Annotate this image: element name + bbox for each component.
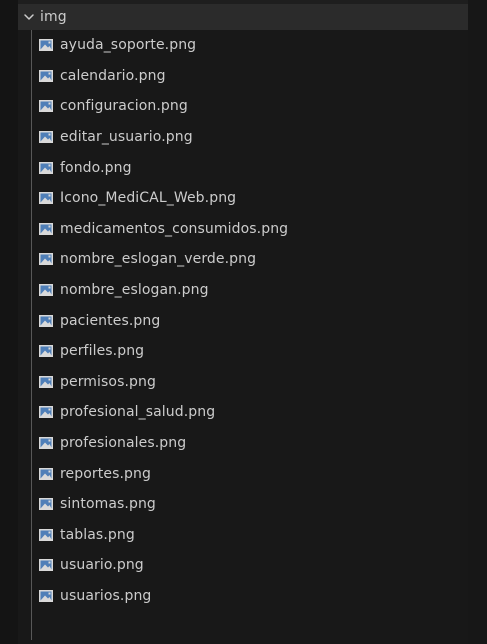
file-label: profesional_salud.png <box>60 404 216 421</box>
file-item-nombre-eslogan[interactable]: nombre_eslogan.png <box>18 275 468 306</box>
file-item-tablas[interactable]: tablas.png <box>18 520 468 551</box>
folder-label: img <box>40 9 67 25</box>
file-label: usuario.png <box>60 557 144 574</box>
file-label: medicamentos_consumidos.png <box>60 220 289 237</box>
file-label: pacientes.png <box>60 312 161 329</box>
image-file-icon <box>38 99 54 113</box>
editor-window: img ayuda_soporte.png calendario.png con… <box>0 0 487 644</box>
file-item-ayuda-soporte[interactable]: ayuda_soporte.png <box>18 30 468 61</box>
image-file-icon <box>38 558 54 572</box>
file-item-profesionales[interactable]: profesionales.png <box>18 428 468 459</box>
image-file-icon <box>38 252 54 266</box>
file-item-nombre-eslogan-verde[interactable]: nombre_eslogan_verde.png <box>18 244 468 275</box>
file-item-editar-usuario[interactable]: editar_usuario.png <box>18 122 468 153</box>
image-file-icon <box>38 497 54 511</box>
image-file-icon <box>38 314 54 328</box>
image-file-icon <box>38 191 54 205</box>
image-file-icon <box>38 436 54 450</box>
file-item-profesional-salud[interactable]: profesional_salud.png <box>18 397 468 428</box>
image-file-icon <box>38 222 54 236</box>
image-file-icon <box>38 375 54 389</box>
file-label: configuracion.png <box>60 98 188 115</box>
file-item-calendario[interactable]: calendario.png <box>18 61 468 92</box>
file-item-reportes[interactable]: reportes.png <box>18 458 468 489</box>
image-file-icon <box>38 69 54 83</box>
file-item-usuario[interactable]: usuario.png <box>18 550 468 581</box>
activity-bar-edge <box>0 0 18 644</box>
image-file-icon <box>38 405 54 419</box>
file-label: usuarios.png <box>60 587 152 604</box>
image-file-icon <box>38 528 54 542</box>
file-label: reportes.png <box>60 465 151 482</box>
file-item-pacientes[interactable]: pacientes.png <box>18 305 468 336</box>
file-label: profesionales.png <box>60 435 187 452</box>
file-label: tablas.png <box>60 526 135 543</box>
file-label: perfiles.png <box>60 343 145 360</box>
image-file-icon <box>38 589 54 603</box>
file-item-permisos[interactable]: permisos.png <box>18 367 468 398</box>
file-item-usuarios[interactable]: usuarios.png <box>18 581 468 612</box>
file-label: nombre_eslogan_verde.png <box>60 251 257 268</box>
image-file-icon <box>38 38 54 52</box>
image-file-icon <box>38 344 54 358</box>
file-label: calendario.png <box>60 67 166 84</box>
chevron-down-icon <box>22 10 36 24</box>
file-label: nombre_eslogan.png <box>60 282 209 299</box>
file-label: editar_usuario.png <box>60 129 193 146</box>
file-explorer: img ayuda_soporte.png calendario.png con… <box>18 4 468 644</box>
file-label: ayuda_soporte.png <box>60 37 197 54</box>
image-file-icon <box>38 283 54 297</box>
file-item-sintomas[interactable]: sintomas.png <box>18 489 468 520</box>
folder-row-img[interactable]: img <box>18 4 468 30</box>
file-label: Icono_MediCAL_Web.png <box>60 190 237 207</box>
editor-edge <box>468 0 487 644</box>
file-item-configuracion[interactable]: configuracion.png <box>18 91 468 122</box>
file-item-icono-medical-web[interactable]: Icono_MediCAL_Web.png <box>18 183 468 214</box>
image-file-icon <box>38 467 54 481</box>
file-list: ayuda_soporte.png calendario.png configu… <box>18 30 468 640</box>
file-label: permisos.png <box>60 373 156 390</box>
image-file-icon <box>38 130 54 144</box>
file-item-medicamentos-consumidos[interactable]: medicamentos_consumidos.png <box>18 214 468 245</box>
image-file-icon <box>38 161 54 175</box>
file-item-fondo[interactable]: fondo.png <box>18 152 468 183</box>
file-label: sintomas.png <box>60 496 156 513</box>
file-item-perfiles[interactable]: perfiles.png <box>18 336 468 367</box>
file-label: fondo.png <box>60 159 132 176</box>
